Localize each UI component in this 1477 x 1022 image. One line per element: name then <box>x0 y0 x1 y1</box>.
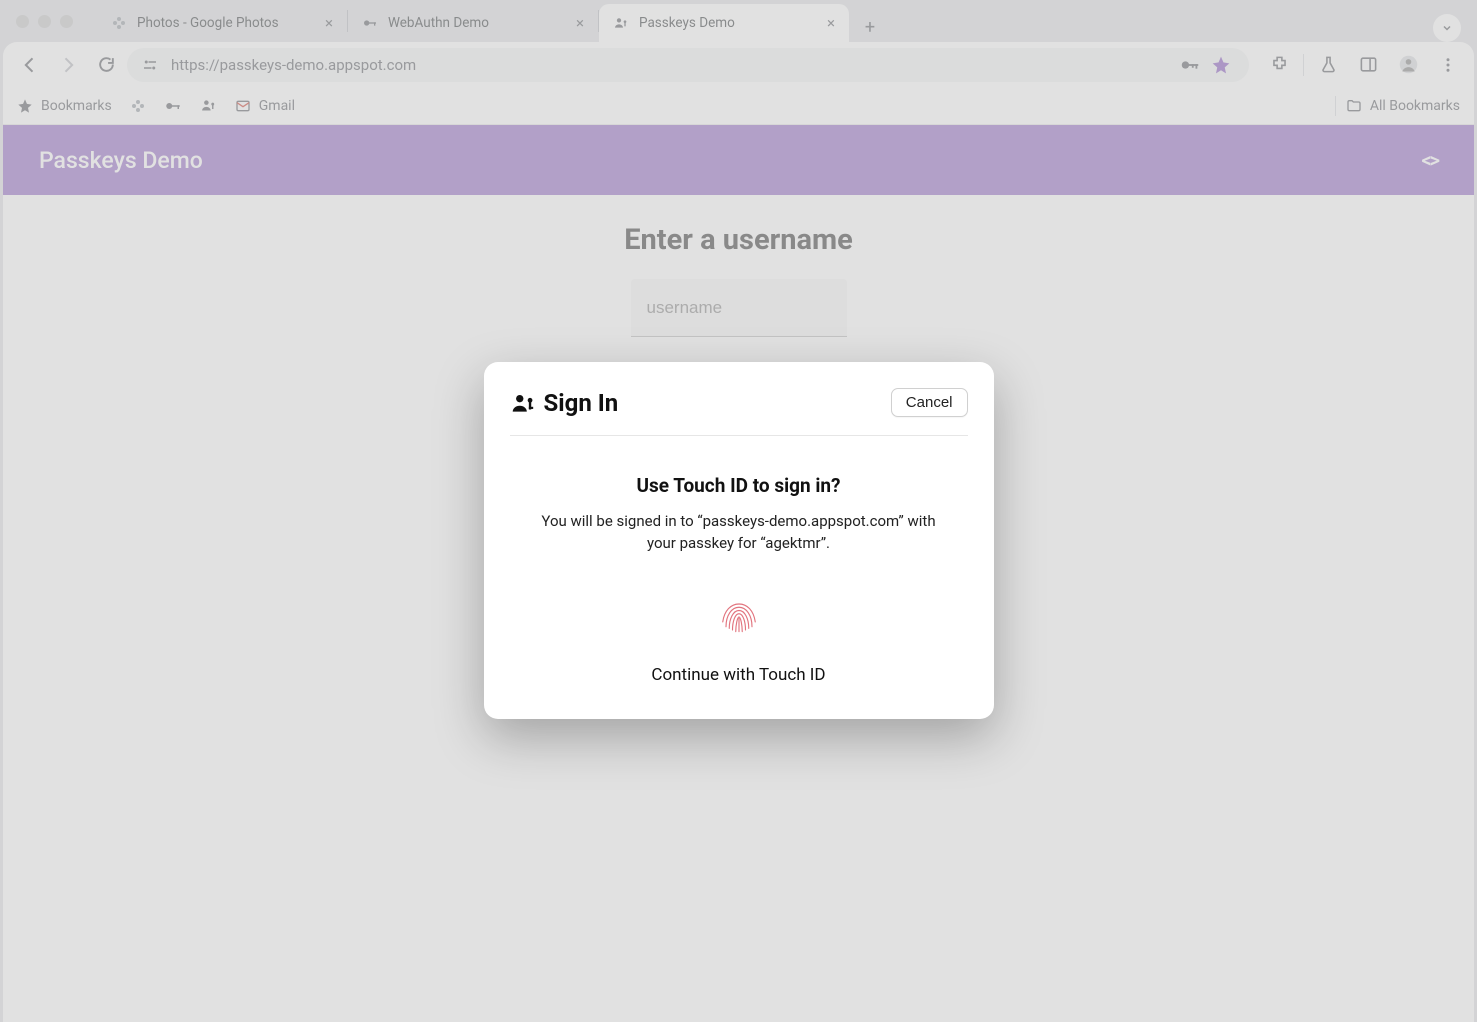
dialog-message: You will be signed in to “passkeys-demo.… <box>539 511 939 555</box>
fingerprint-icon[interactable] <box>713 591 765 643</box>
cancel-button[interactable]: Cancel <box>891 388 968 417</box>
dialog-cta: Continue with Touch ID <box>510 665 968 685</box>
signin-dialog: Sign In Cancel Use Touch ID to sign in? … <box>484 362 994 719</box>
dialog-title: Sign In <box>544 389 619 417</box>
person-key-icon <box>510 390 536 416</box>
dialog-question: Use Touch ID to sign in? <box>510 474 968 497</box>
